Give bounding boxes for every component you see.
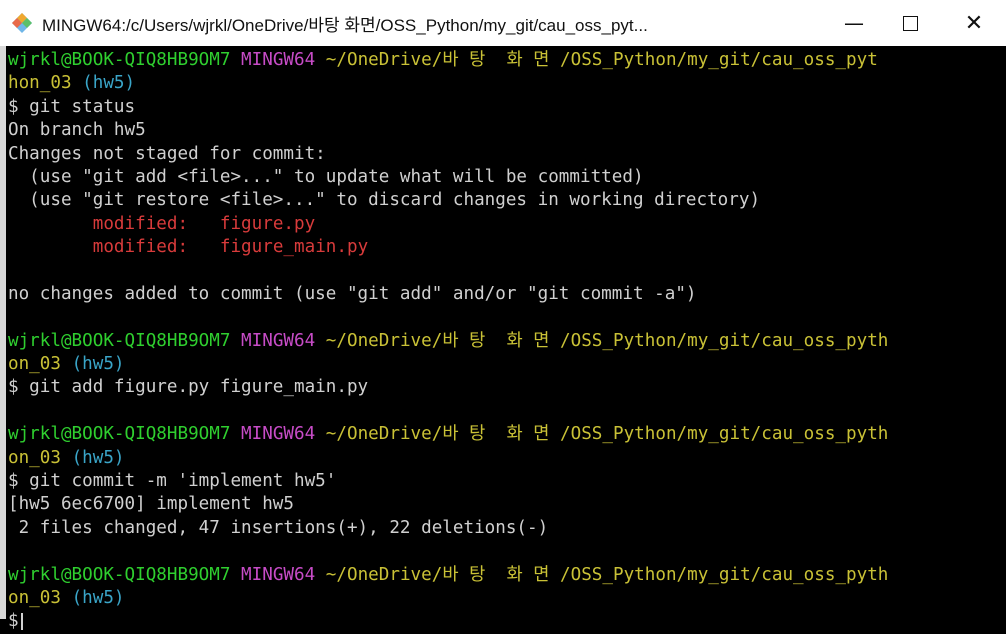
maximize-button[interactable] [882,0,938,46]
prompt-line: wjrkl@BOOK-QIQ8HB9OM7 MINGW64 ~/OneDrive… [8,564,1004,587]
prompt-path-wrap: on_03 [8,354,61,375]
prompt-path: ~/OneDrive/바 탕 화 면 /OSS_Python/my_git/ca… [325,50,878,70]
output-line: 2 files changed, 47 insertions(+), 22 de… [8,517,549,538]
prompt-shell: MINGW64 [241,424,316,445]
minimize-icon: — [844,11,864,35]
prompt-line: wjrkl@BOOK-QIQ8HB9OM7 MINGW64 ~/OneDrive… [8,49,1004,72]
output-line: Changes not staged for commit: [8,143,326,164]
title-bar[interactable]: MINGW64:/c/Users/wjrkl/OneDrive/바탕 화면/OS… [0,0,1006,46]
prompt-user: wjrkl@BOOK-QIQ8HB9OM7 [8,564,231,585]
prompt-branch: (hw5) [71,447,125,468]
input-line[interactable]: $ [8,610,1004,633]
prompt-branch: (hw5) [71,587,125,608]
terminal-output[interactable]: wjrkl@BOOK-QIQ8HB9OM7 MINGW64 ~/OneDrive… [8,49,1004,631]
prompt-user: wjrkl@BOOK-QIQ8HB9OM7 [8,50,231,70]
output-line: (use "git add <file>..." to update what … [8,166,644,187]
minimize-button[interactable]: — [826,0,882,46]
prompt-line-wrap: hon_03 (hw5) [8,72,1004,95]
prompt-line: wjrkl@BOOK-QIQ8HB9OM7 MINGW64 ~/OneDrive… [8,330,1004,353]
output-line: [hw5 6ec6700] implement hw5 [8,494,294,515]
command-line: $ git status [8,96,136,117]
modified-label: modified: [92,213,189,234]
output-line: (use "git restore <file>..." to discard … [8,190,761,211]
prompt-line-wrap: on_03 (hw5) [8,447,1004,470]
text-cursor [20,612,23,630]
git-bash-icon [8,9,36,37]
prompt-line: wjrkl@BOOK-QIQ8HB9OM7 MINGW64 ~/OneDrive… [8,423,1004,446]
prompt-user: wjrkl@BOOK-QIQ8HB9OM7 [8,424,231,445]
prompt-path-wrap: hon_03 [8,73,72,94]
close-icon: ✕ [964,10,984,36]
prompt-shell: MINGW64 [241,564,316,585]
prompt-user: wjrkl@BOOK-QIQ8HB9OM7 [8,330,231,351]
prompt-shell: MINGW64 [241,330,316,351]
modified-file: figure_main.py [219,237,369,258]
prompt-shell: MINGW64 [241,50,316,70]
prompt-path: ~/OneDrive/바 탕 화 면 /OSS_Python/my_git/ca… [325,424,889,445]
modified-file-line: modified: figure.py [8,213,1004,236]
output-line: no changes added to commit (use "git add… [8,283,697,304]
modified-label: modified: [92,237,189,258]
modified-file: figure.py [219,213,316,234]
prompt-line-wrap: on_03 (hw5) [8,353,1004,376]
maximize-icon [902,15,918,31]
close-button[interactable]: ✕ [946,0,1002,46]
prompt-path: ~/OneDrive/바 탕 화 면 /OSS_Python/my_git/ca… [325,330,889,351]
command-line: $ git commit -m 'implement hw5' [8,471,337,492]
window-title: MINGW64:/c/Users/wjrkl/OneDrive/바탕 화면/OS… [42,15,648,35]
window-edge [0,46,6,619]
prompt-branch: (hw5) [82,73,136,94]
output-line: On branch hw5 [8,120,146,141]
prompt-path-wrap: on_03 [8,587,61,608]
prompt-branch: (hw5) [71,354,125,375]
prompt-symbol: $ [8,611,19,632]
prompt-path: ~/OneDrive/바 탕 화 면 /OSS_Python/my_git/ca… [325,564,889,585]
command-line: $ git add figure.py figure_main.py [8,377,369,398]
prompt-line-wrap: on_03 (hw5) [8,587,1004,610]
prompt-path-wrap: on_03 [8,447,61,468]
modified-file-line: modified: figure_main.py [8,236,1004,259]
